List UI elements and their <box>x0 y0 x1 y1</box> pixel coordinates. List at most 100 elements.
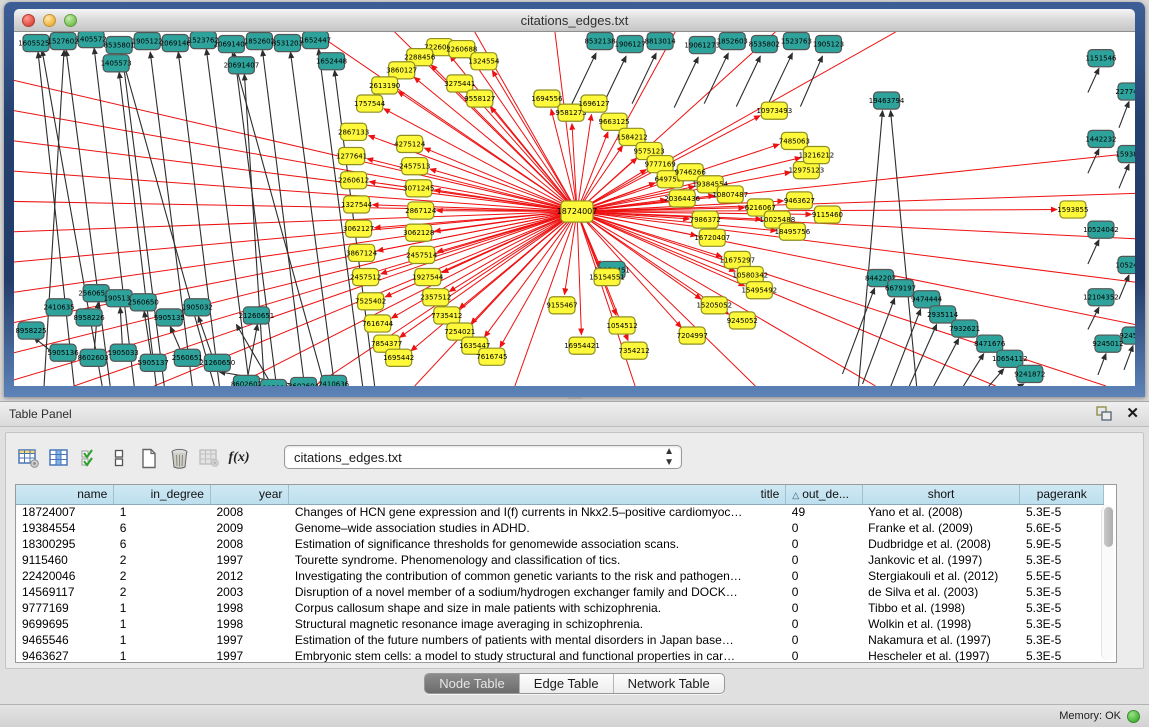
graph-edge-black[interactable] <box>119 72 156 386</box>
table-cell[interactable]: 1 <box>114 600 211 616</box>
table-cell[interactable]: 0 <box>786 648 862 663</box>
column-header-in_degree[interactable]: in_degree <box>114 485 211 504</box>
graph-edge-black[interactable] <box>44 50 64 386</box>
graph-edge-black[interactable] <box>1119 102 1129 128</box>
new-file-button[interactable] <box>134 444 164 472</box>
table-cell[interactable]: 5.3E-5 <box>1020 600 1104 616</box>
graph-edge-black[interactable] <box>1098 354 1106 375</box>
graph-edge-black[interactable] <box>150 52 192 386</box>
graph-edge-black[interactable] <box>1008 384 1024 386</box>
graph-edge-black[interactable] <box>290 52 334 386</box>
table-cell[interactable]: 0 <box>786 520 862 536</box>
table-cell[interactable]: 5.5E-5 <box>1020 568 1104 584</box>
graph-edge-black[interactable] <box>1119 275 1129 299</box>
scrollbar-thumb[interactable] <box>1104 507 1113 547</box>
table-cell[interactable]: 6 <box>114 520 211 536</box>
graph-edge-red[interactable] <box>577 212 581 335</box>
table-row[interactable]: 946362711997Embryonic stem cells: a mode… <box>16 648 1104 663</box>
graph-edge-black[interactable] <box>121 54 214 386</box>
column-header-short[interactable]: short <box>862 485 1020 504</box>
graph-edge-black[interactable] <box>960 354 984 386</box>
graph-edge-red[interactable] <box>577 115 592 212</box>
table-row[interactable]: 969969511998Structural magnetic resonanc… <box>16 616 1104 632</box>
table-cell[interactable]: Embryonic stem cells: a model to study s… <box>289 648 786 663</box>
tab-node-table[interactable]: Node Table <box>425 674 520 693</box>
table-cell[interactable]: Estimation of the future numbers of pati… <box>289 632 786 648</box>
graph-edge-black[interactable] <box>859 111 883 386</box>
table-tabs-group[interactable]: Node TableEdge TableNetwork Table <box>424 673 725 694</box>
table-cell[interactable]: 5.3E-5 <box>1020 648 1104 663</box>
column-header-name[interactable]: name <box>16 485 114 504</box>
graph-edge-red[interactable] <box>577 212 1135 239</box>
table-cell[interactable]: Stergiakouli et al. (2012) <box>862 568 1020 584</box>
table-cell[interactable]: 5.9E-5 <box>1020 536 1104 552</box>
graph-edge-black[interactable] <box>891 111 917 386</box>
table-cell[interactable]: Dudbridge et al. (2008) <box>862 536 1020 552</box>
graph-edge-black[interactable] <box>632 53 656 103</box>
attribute-table[interactable]: namein_degreeyeartitle△out_de...shortpag… <box>16 485 1104 663</box>
table-cell[interactable]: 19384554 <box>16 520 114 536</box>
table-cell[interactable]: Structural magnetic resonance image aver… <box>289 616 786 632</box>
network-canvas-svg[interactable]: 1605525715276021405572853580119051222069… <box>14 32 1135 386</box>
table-row[interactable]: 1830029562008Estimation of significance … <box>16 536 1104 552</box>
graph-edge-black[interactable] <box>66 50 110 386</box>
column-header-pagerank[interactable]: pagerank <box>1020 485 1104 504</box>
tab-edge-table[interactable]: Edge Table <box>520 674 614 693</box>
table-cell[interactable]: 14569117 <box>16 584 114 600</box>
table-row[interactable]: 1938455462009Genome–wide association stu… <box>16 520 1104 536</box>
table-cell[interactable]: 5.3E-5 <box>1020 584 1104 600</box>
table-cell[interactable]: Yano et al. (2008) <box>862 504 1020 520</box>
graph-edge-red[interactable] <box>577 132 608 212</box>
table-cell[interactable]: Tibbo et al. (1998) <box>862 600 1020 616</box>
table-cell[interactable]: 2008 <box>210 536 288 552</box>
close-panel-icon[interactable]: ✕ <box>1126 406 1139 421</box>
graph-edge-black[interactable] <box>768 53 792 103</box>
table-settings-button[interactable] <box>14 444 44 472</box>
table-cell[interactable]: 22420046 <box>16 568 114 584</box>
graph-edge-black[interactable] <box>1124 346 1133 370</box>
table-cell[interactable]: 1 <box>114 648 211 663</box>
table-cell[interactable]: 1 <box>114 632 211 648</box>
column-header-year[interactable]: year <box>210 485 288 504</box>
table-cell[interactable]: 5.6E-5 <box>1020 520 1104 536</box>
table-row[interactable]: 911546021997Tourette syndrome. Phenomeno… <box>16 552 1104 568</box>
table-cell[interactable]: 1 <box>114 616 211 632</box>
table-cell[interactable]: 9463627 <box>16 648 114 663</box>
table-cell[interactable]: Estimation of significance thresholds fo… <box>289 536 786 552</box>
table-cell[interactable]: 2003 <box>210 584 288 600</box>
table-cell[interactable]: 2009 <box>210 520 288 536</box>
graph-edge-red[interactable] <box>14 111 577 212</box>
node-table[interactable]: namein_degreeyeartitle△out_de...shortpag… <box>15 484 1117 663</box>
table-cell[interactable]: 5.3E-5 <box>1020 616 1104 632</box>
table-cell[interactable]: Franke et al. (2009) <box>862 520 1020 536</box>
table-cell[interactable]: Genome–wide association studies in ADHD. <box>289 520 786 536</box>
graph-edge-red[interactable] <box>572 124 577 212</box>
table-cell[interactable]: 2 <box>114 584 211 600</box>
table-cell[interactable]: 1998 <box>210 600 288 616</box>
table-cell[interactable]: 1 <box>114 504 211 520</box>
table-cell[interactable]: Nakamura et al. (1997) <box>862 632 1020 648</box>
table-cell[interactable]: 5.3E-5 <box>1020 504 1104 520</box>
table-cell[interactable]: Wolkin et al. (1998) <box>862 616 1020 632</box>
table-row[interactable]: 1456911722003Disruption of a novel membe… <box>16 584 1104 600</box>
table-cell[interactable]: 0 <box>786 600 862 616</box>
graph-edge-black[interactable] <box>1088 68 1099 92</box>
graph-edge-red[interactable] <box>14 201 577 211</box>
table-cell[interactable]: 2 <box>114 568 211 584</box>
graph-edge-black[interactable] <box>984 369 1004 386</box>
graph-edge-black[interactable] <box>1088 307 1099 329</box>
window-titlebar[interactable]: citations_edges.txt <box>14 9 1135 32</box>
table-row[interactable]: 977716911998Corpus callosum shape and si… <box>16 600 1104 616</box>
graph-edge-black[interactable] <box>262 50 304 386</box>
function-builder-button[interactable]: f(x) <box>224 444 254 472</box>
table-cell[interactable]: 2 <box>114 552 211 568</box>
table-cell[interactable]: Changes of HCN gene expression and I(f) … <box>289 504 786 520</box>
graph-edge-black[interactable] <box>1088 240 1099 264</box>
column-header-title[interactable]: title <box>289 485 786 504</box>
table-cell[interactable]: de Silva et al. (2003) <box>862 584 1020 600</box>
table-cell[interactable]: 9777169 <box>16 600 114 616</box>
table-cell[interactable]: 2008 <box>210 504 288 520</box>
graph-edge-black[interactable] <box>232 53 324 386</box>
table-cell[interactable]: 0 <box>786 568 862 584</box>
table-cell[interactable]: 0 <box>786 632 862 648</box>
